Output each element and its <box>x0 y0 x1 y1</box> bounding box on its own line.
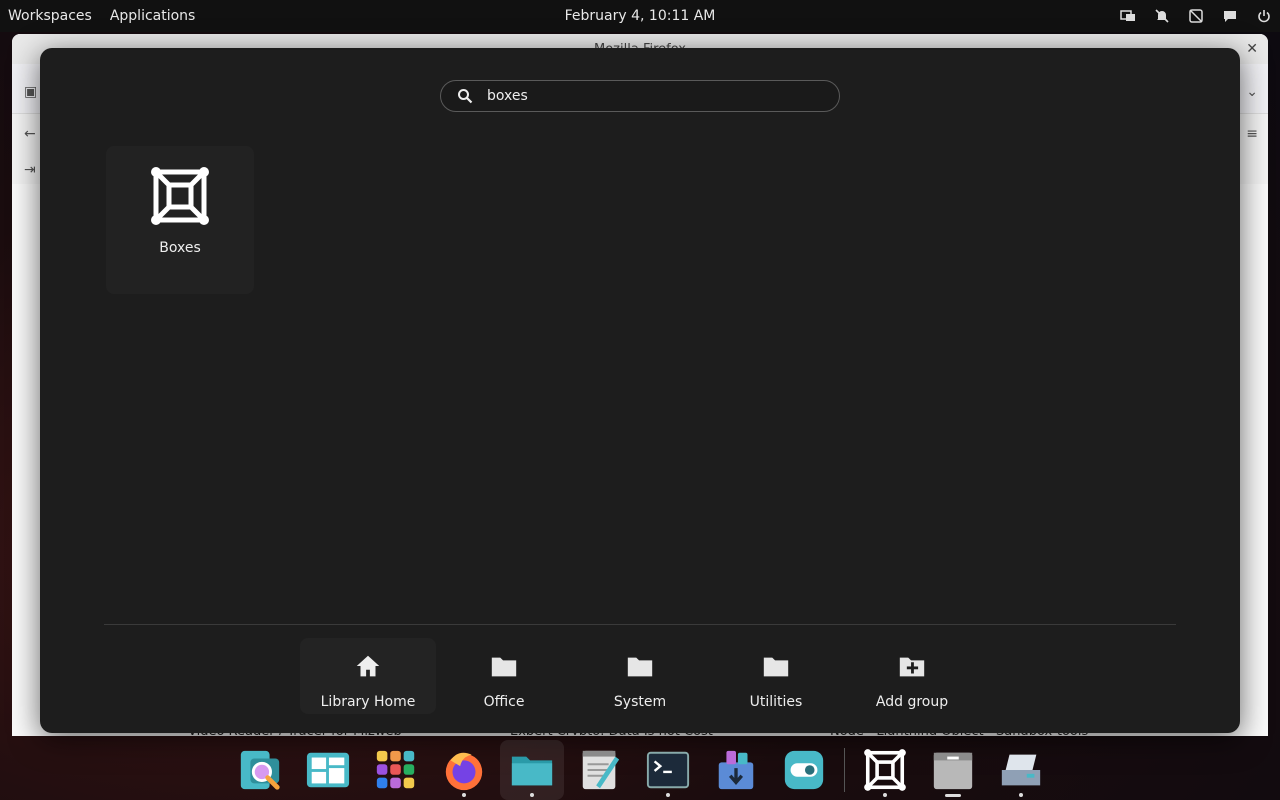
running-indicator <box>530 793 534 797</box>
folder-icon <box>760 650 792 682</box>
launcher-icon <box>240 750 280 790</box>
dock-terminal[interactable] <box>636 740 700 800</box>
dock-files[interactable] <box>500 740 564 800</box>
search-box[interactable] <box>440 80 840 112</box>
home-icon <box>352 650 384 682</box>
add-folder-icon <box>896 650 928 682</box>
dock-settings[interactable] <box>772 740 836 800</box>
group-label: System <box>613 694 667 710</box>
running-indicator <box>1019 793 1023 797</box>
running-indicator <box>883 793 887 797</box>
dock-archive[interactable] <box>921 740 985 800</box>
dock-scanner[interactable] <box>989 740 1053 800</box>
folder-icon <box>488 650 520 682</box>
tab-list-icon[interactable]: ▣ <box>24 84 37 100</box>
top-bar: Workspaces Applications February 4, 10:1… <box>0 0 1280 32</box>
add-group-button[interactable]: Add group <box>844 638 980 714</box>
chat-icon[interactable] <box>1222 8 1238 24</box>
group-label: Office <box>483 694 525 710</box>
group-label: Add group <box>875 694 949 710</box>
display-icon[interactable] <box>1120 8 1136 24</box>
close-icon[interactable]: ✕ <box>1246 41 1258 57</box>
no-network-icon[interactable] <box>1188 8 1204 24</box>
app-result-boxes[interactable]: Boxes <box>106 146 254 294</box>
group-system[interactable]: System <box>572 638 708 714</box>
folder-icon <box>624 650 656 682</box>
boxes-icon <box>148 164 212 228</box>
running-indicator <box>666 793 670 797</box>
dock-workspaces[interactable] <box>296 740 360 800</box>
firefox-icon <box>445 752 483 791</box>
group-office[interactable]: Office <box>436 638 572 714</box>
running-indicator <box>945 794 961 797</box>
shop-icon <box>718 750 754 790</box>
divider <box>104 624 1176 625</box>
clock[interactable]: February 4, 10:11 AM <box>565 8 716 24</box>
applications-button[interactable]: Applications <box>110 8 196 24</box>
dock-separator <box>844 748 845 792</box>
group-utilities[interactable]: Utilities <box>708 638 844 714</box>
boxes-icon <box>864 749 906 791</box>
dock-shop[interactable] <box>704 740 768 800</box>
running-indicator <box>462 793 466 797</box>
group-label: Utilities <box>749 694 803 710</box>
launcher-groups: Library Home Office System Utilities Add… <box>300 638 980 714</box>
files-icon <box>511 756 553 786</box>
workspaces-button[interactable]: Workspaces <box>8 8 92 24</box>
menu-icon[interactable]: ≡ <box>1246 126 1258 142</box>
dock-text-editor[interactable] <box>568 740 632 800</box>
terminal-icon <box>646 751 690 789</box>
notifications-muted-icon[interactable] <box>1154 8 1170 24</box>
dock-launcher[interactable] <box>228 740 292 800</box>
search-icon <box>457 88 473 104</box>
application-launcher: Boxes Library Home Office System Utili <box>40 48 1240 733</box>
group-library-home[interactable]: Library Home <box>300 638 436 714</box>
search-input[interactable] <box>487 88 827 104</box>
back-arrow-icon[interactable]: ← <box>24 126 36 142</box>
group-label: Library Home <box>320 694 416 710</box>
app-result-label: Boxes <box>159 240 201 256</box>
scanner-icon <box>1001 754 1041 786</box>
workspaces-icon <box>306 752 350 788</box>
dock <box>228 740 1054 800</box>
chevron-down-icon[interactable]: ⌄ <box>1246 84 1258 100</box>
dock-applications[interactable] <box>364 740 428 800</box>
dock-firefox[interactable] <box>432 740 496 800</box>
applications-grid-icon <box>376 750 415 789</box>
sign-in-icon[interactable]: ⇥ <box>24 162 36 178</box>
text-editor-icon <box>582 750 620 790</box>
dock-boxes[interactable] <box>853 740 917 800</box>
archive-icon <box>933 752 973 790</box>
settings-icon <box>784 750 824 790</box>
system-tray <box>1120 0 1272 32</box>
power-icon[interactable] <box>1256 8 1272 24</box>
